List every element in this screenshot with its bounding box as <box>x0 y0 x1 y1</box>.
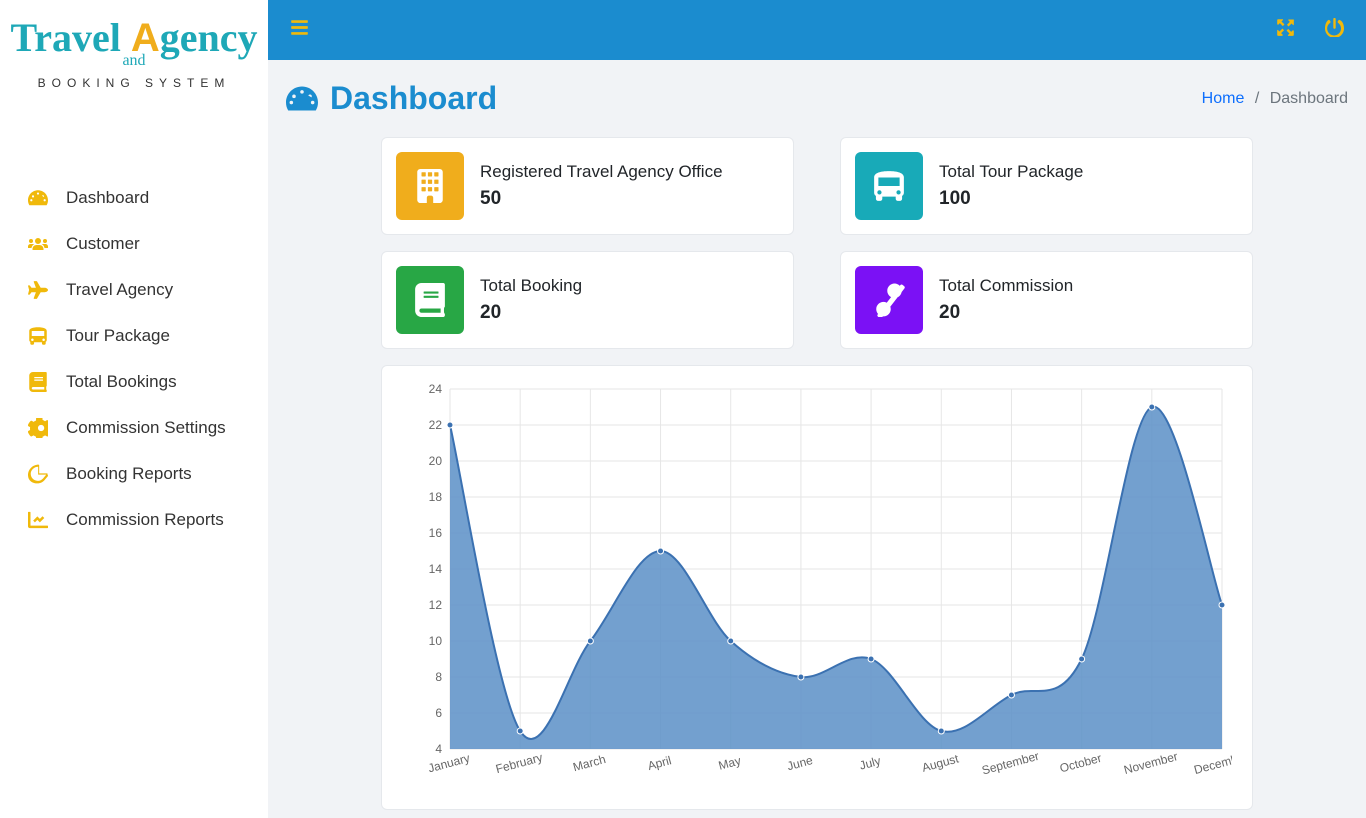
topbar <box>268 0 1366 60</box>
nav-tour-package[interactable]: Tour Package <box>0 313 268 359</box>
stat-label: Registered Travel Agency Office <box>480 162 723 182</box>
plane-icon <box>28 280 54 300</box>
svg-text:May: May <box>717 753 743 772</box>
svg-text:8: 8 <box>435 670 442 684</box>
nav-label: Dashboard <box>66 188 149 208</box>
svg-text:November: November <box>1122 749 1179 777</box>
svg-text:18: 18 <box>429 490 443 504</box>
breadcrumb-home[interactable]: Home <box>1202 90 1245 107</box>
nav-total-bookings[interactable]: Total Bookings <box>0 359 268 405</box>
menu-toggle-button[interactable] <box>290 18 309 42</box>
svg-text:20: 20 <box>429 454 443 468</box>
stat-value: 20 <box>480 302 582 324</box>
svg-text:September: September <box>980 749 1040 778</box>
power-icon[interactable] <box>1325 18 1344 42</box>
nav-label: Tour Package <box>66 326 170 346</box>
svg-text:October: October <box>1058 751 1103 776</box>
svg-text:June: June <box>785 753 814 773</box>
nav-label: Travel Agency <box>66 280 173 300</box>
stat-value: 20 <box>939 302 1073 324</box>
sidebar: Travel Agency and BOOKING SYSTEM Dashboa… <box>0 0 268 818</box>
svg-text:24: 24 <box>429 384 443 396</box>
nav-dashboard[interactable]: Dashboard <box>0 175 268 221</box>
building-icon <box>396 152 464 220</box>
svg-text:10: 10 <box>429 634 443 648</box>
book-icon <box>396 266 464 334</box>
pie-chart-icon <box>28 464 54 484</box>
nav-customer[interactable]: Customer <box>0 221 268 267</box>
svg-text:14: 14 <box>429 562 443 576</box>
line-chart-icon <box>28 510 54 530</box>
nav-label: Booking Reports <box>66 464 192 484</box>
percent-icon <box>855 266 923 334</box>
svg-text:February: February <box>494 750 544 776</box>
stat-card-commission: Total Commission 20 <box>840 251 1253 349</box>
bus-icon <box>855 152 923 220</box>
stat-card-booking: Total Booking 20 <box>381 251 794 349</box>
stat-card-package: Total Tour Package 100 <box>840 137 1253 235</box>
svg-text:January: January <box>427 751 472 776</box>
book-icon <box>28 372 54 392</box>
svg-text:22: 22 <box>429 418 443 432</box>
breadcrumb-current: Dashboard <box>1270 90 1348 107</box>
nav-label: Total Bookings <box>66 372 177 392</box>
svg-text:December: December <box>1192 749 1232 777</box>
svg-text:July: July <box>858 754 882 773</box>
svg-text:4: 4 <box>435 742 442 756</box>
logo: Travel Agency and BOOKING SYSTEM <box>0 0 268 120</box>
users-icon <box>28 234 54 254</box>
stat-card-agency: Registered Travel Agency Office 50 <box>381 137 794 235</box>
stat-label: Total Commission <box>939 276 1073 296</box>
nav-label: Commission Reports <box>66 510 224 530</box>
nav-booking-reports[interactable]: Booking Reports <box>0 451 268 497</box>
stat-label: Total Booking <box>480 276 582 296</box>
gauge-icon <box>28 188 54 208</box>
bus-icon <box>28 326 54 346</box>
nav-label: Customer <box>66 234 140 254</box>
page-title: Dashboard <box>286 80 497 117</box>
breadcrumb: Home / Dashboard <box>1202 90 1348 108</box>
stat-label: Total Tour Package <box>939 162 1083 182</box>
stat-value: 50 <box>480 188 723 210</box>
nav-menu: Dashboard Customer Travel Agency Tour Pa… <box>0 120 268 543</box>
nav-commission-settings[interactable]: Commission Settings <box>0 405 268 451</box>
chart-card: 4 6 8 10 12 14 16 18 20 22 24 January February March A… <box>381 365 1253 810</box>
svg-text:August: August <box>920 751 960 774</box>
svg-text:April: April <box>646 753 673 773</box>
svg-text:6: 6 <box>435 706 442 720</box>
svg-text:March: March <box>571 752 607 774</box>
svg-text:12: 12 <box>429 598 443 612</box>
stat-value: 100 <box>939 188 1083 210</box>
nav-commission-reports[interactable]: Commission Reports <box>0 497 268 543</box>
gauge-icon <box>286 83 318 115</box>
nav-travel-agency[interactable]: Travel Agency <box>0 267 268 313</box>
svg-text:16: 16 <box>429 526 443 540</box>
nav-label: Commission Settings <box>66 418 226 438</box>
gear-icon <box>28 418 54 438</box>
area-chart: 4 6 8 10 12 14 16 18 20 22 24 January February March A… <box>402 384 1232 789</box>
expand-icon[interactable] <box>1276 18 1295 42</box>
